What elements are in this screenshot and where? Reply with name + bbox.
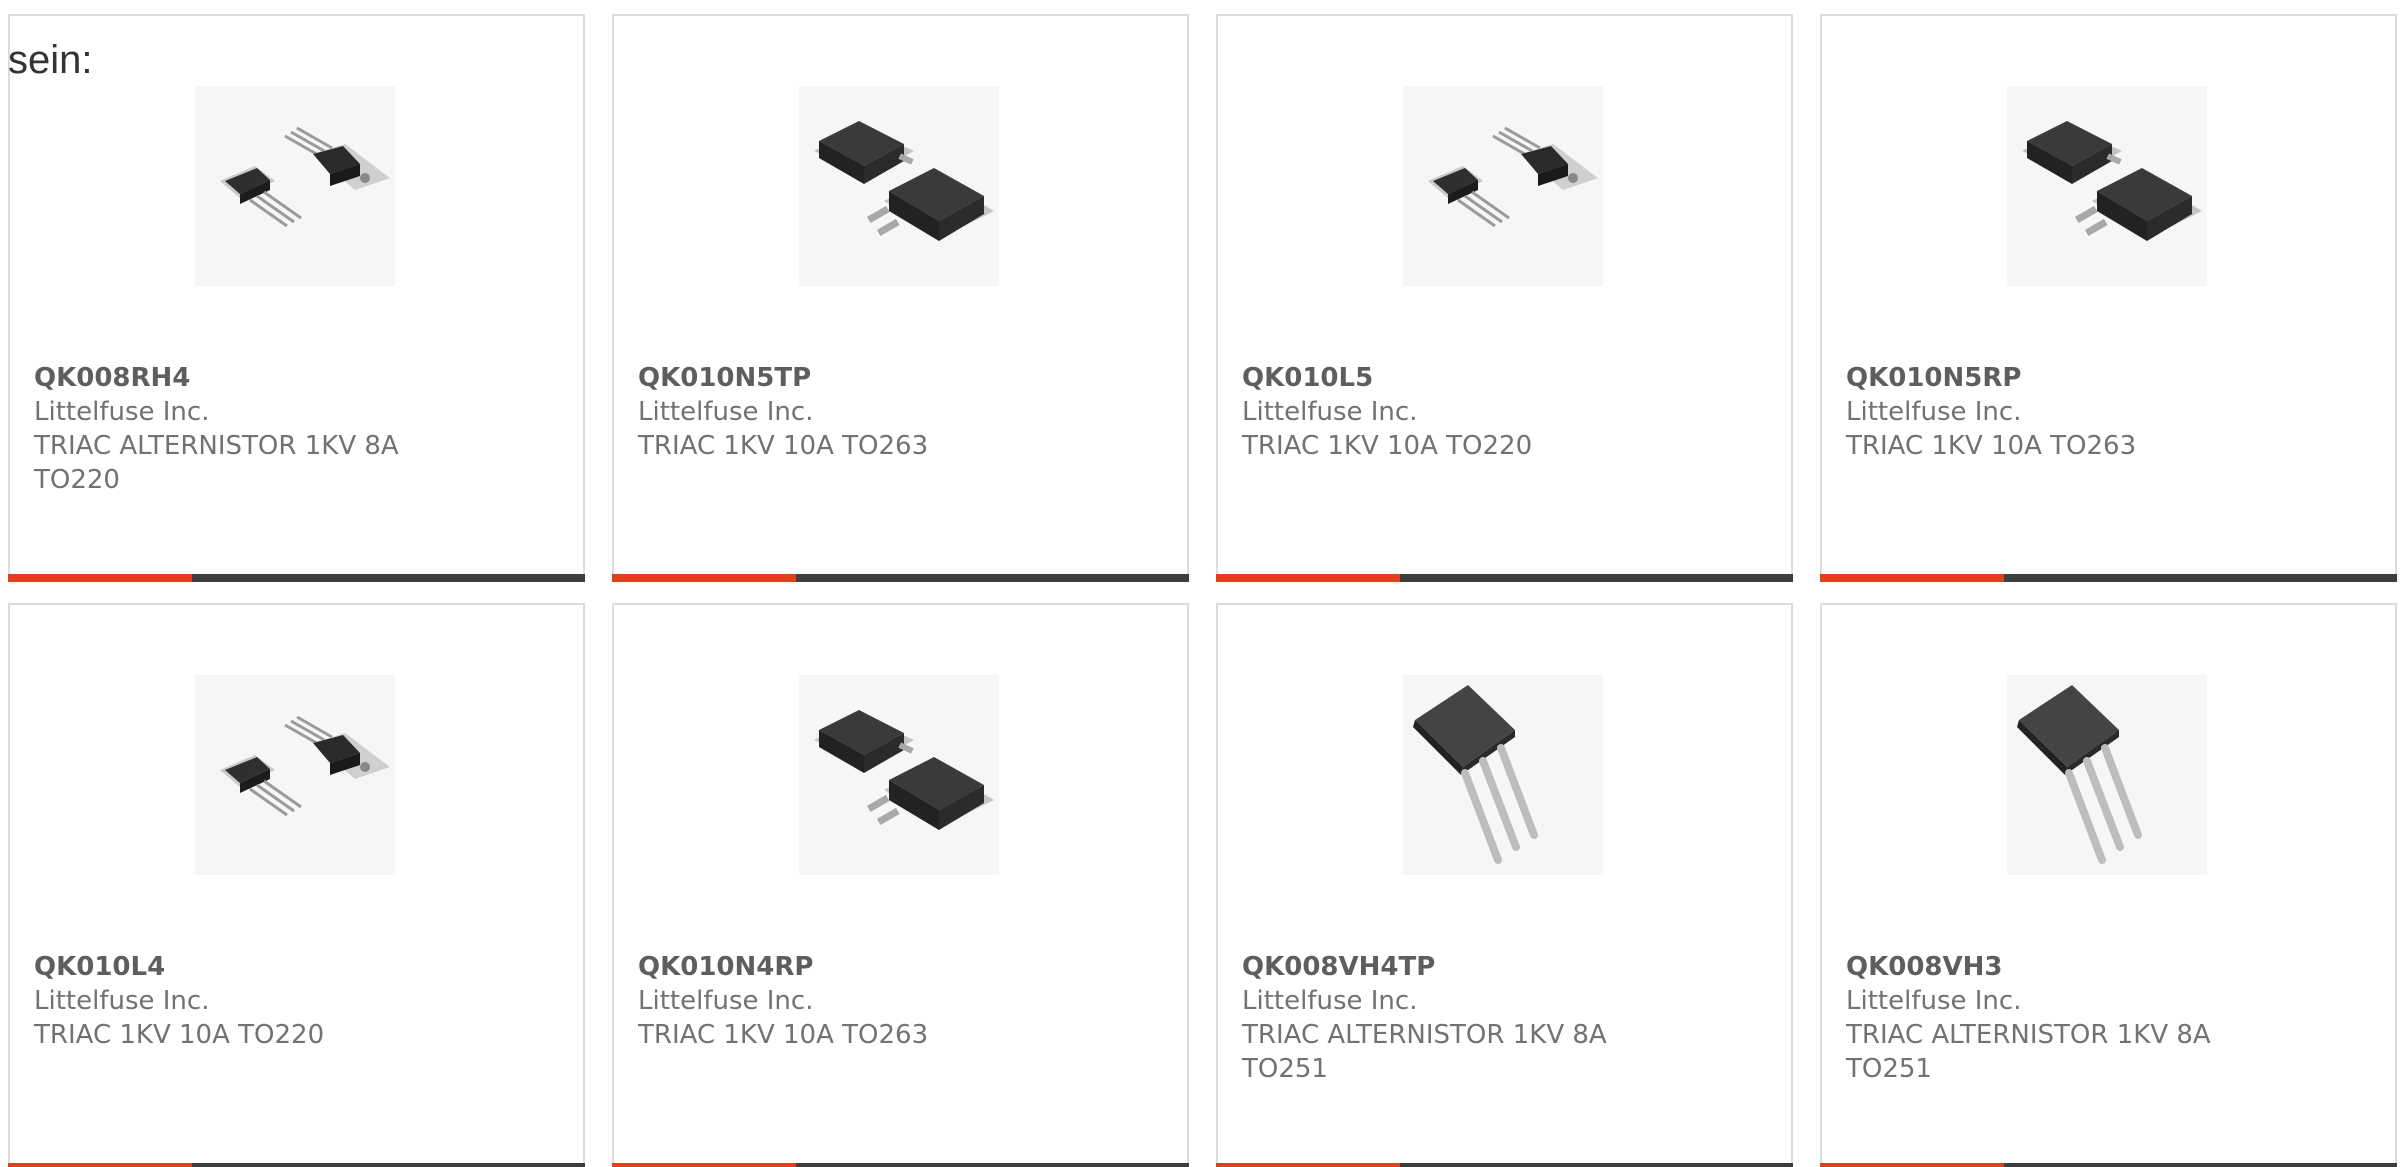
manufacturer-name: Littelfuse Inc. — [34, 986, 210, 1016]
to251-package-icon[interactable] — [2007, 675, 2207, 875]
product-description: TRIAC 1KV 10A TO263 — [638, 1020, 929, 1050]
product-card[interactable]: QK010N4RP Littelfuse Inc. TRIAC 1KV 10A … — [612, 603, 1189, 1167]
card-accent-bar — [1820, 1163, 2004, 1167]
part-number[interactable]: QK010N5RP — [1846, 361, 2246, 395]
card-bottom-bar — [1216, 574, 1793, 582]
to263-package-icon[interactable] — [2007, 86, 2207, 286]
product-card[interactable]: QK010L5 Littelfuse Inc. TRIAC 1KV 10A TO… — [1216, 14, 1793, 582]
card-accent-bar — [1216, 1163, 1400, 1167]
card-bottom-bar — [612, 1163, 1189, 1167]
product-description: TRIAC ALTERNISTOR 1KV 8A TO220 — [34, 431, 399, 495]
to220-package-icon[interactable] — [195, 86, 395, 286]
manufacturer-name: Littelfuse Inc. — [1242, 986, 1418, 1016]
part-number[interactable]: QK008VH3 — [1846, 950, 2246, 984]
card-bottom-bar — [1820, 1163, 2397, 1167]
intro-text: sein: — [8, 38, 93, 82]
card-accent-bar — [612, 1163, 796, 1167]
product-card[interactable]: QK010N5TP Littelfuse Inc. TRIAC 1KV 10A … — [612, 14, 1189, 582]
card-accent-bar — [1216, 574, 1400, 582]
card-accent-bar — [8, 574, 192, 582]
product-description: TRIAC 1KV 10A TO220 — [1242, 431, 1533, 461]
product-card[interactable]: QK010N5RP Littelfuse Inc. TRIAC 1KV 10A … — [1820, 14, 2397, 582]
card-accent-bar — [1820, 574, 2004, 582]
part-number[interactable]: QK008RH4 — [34, 361, 434, 395]
manufacturer-name: Littelfuse Inc. — [638, 986, 814, 1016]
product-card[interactable]: QK008VH3 Littelfuse Inc. TRIAC ALTERNIST… — [1820, 603, 2397, 1167]
card-bottom-bar — [1820, 574, 2397, 582]
product-card[interactable]: QK010L4 Littelfuse Inc. TRIAC 1KV 10A TO… — [8, 603, 585, 1167]
card-bottom-bar — [8, 1163, 585, 1167]
card-accent-bar — [8, 1163, 192, 1167]
to220-package-icon[interactable] — [195, 675, 395, 875]
product-description: TRIAC ALTERNISTOR 1KV 8A TO251 — [1846, 1020, 2211, 1084]
product-card[interactable]: QK008RH4 Littelfuse Inc. TRIAC ALTERNIST… — [8, 14, 585, 582]
to263-package-icon[interactable] — [799, 86, 999, 286]
product-description: TRIAC 1KV 10A TO263 — [638, 431, 929, 461]
product-description: TRIAC 1KV 10A TO263 — [1846, 431, 2137, 461]
manufacturer-name: Littelfuse Inc. — [1846, 397, 2022, 427]
to251-package-icon[interactable] — [1403, 675, 1603, 875]
part-number[interactable]: QK010L4 — [34, 950, 434, 984]
to263-package-icon[interactable] — [799, 675, 999, 875]
card-accent-bar — [612, 574, 796, 582]
card-bottom-bar — [8, 574, 585, 582]
part-number[interactable]: QK010N4RP — [638, 950, 1038, 984]
card-bottom-bar — [612, 574, 1189, 582]
to220-package-icon[interactable] — [1403, 86, 1603, 286]
manufacturer-name: Littelfuse Inc. — [1846, 986, 2022, 1016]
manufacturer-name: Littelfuse Inc. — [1242, 397, 1418, 427]
manufacturer-name: Littelfuse Inc. — [34, 397, 210, 427]
product-card[interactable]: QK008VH4TP Littelfuse Inc. TRIAC ALTERNI… — [1216, 603, 1793, 1167]
product-description: TRIAC ALTERNISTOR 1KV 8A TO251 — [1242, 1020, 1607, 1084]
product-description: TRIAC 1KV 10A TO220 — [34, 1020, 325, 1050]
part-number[interactable]: QK010N5TP — [638, 361, 1038, 395]
part-number[interactable]: QK010L5 — [1242, 361, 1642, 395]
manufacturer-name: Littelfuse Inc. — [638, 397, 814, 427]
part-number[interactable]: QK008VH4TP — [1242, 950, 1642, 984]
card-bottom-bar — [1216, 1163, 1793, 1167]
